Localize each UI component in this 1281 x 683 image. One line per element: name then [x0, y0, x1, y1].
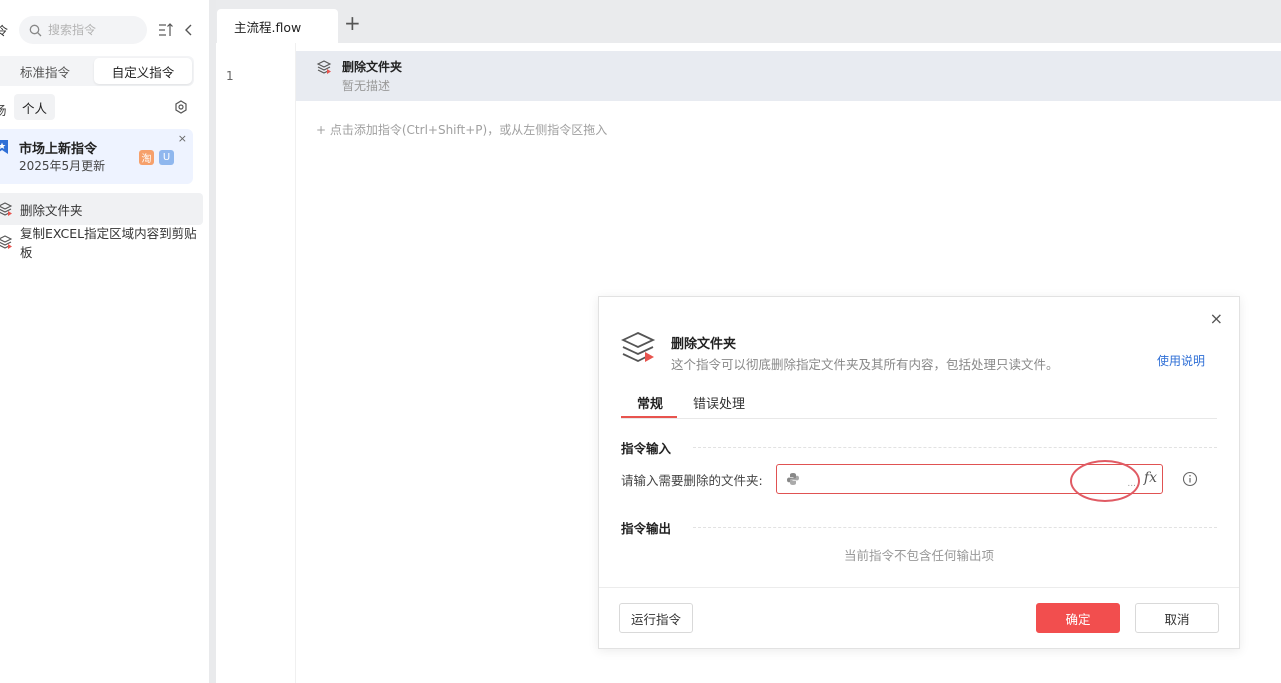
command-stack-icon: [0, 202, 13, 216]
command-stack-icon: [316, 60, 332, 74]
scope-row: 场 个人: [0, 94, 209, 120]
command-stack-icon: [621, 332, 656, 362]
scope-market-fragment[interactable]: 场: [0, 100, 7, 119]
cancel-button[interactable]: 取消: [1135, 603, 1219, 633]
tab-standard-commands[interactable]: 标准指令: [0, 58, 94, 84]
tab-general[interactable]: 常规: [637, 393, 663, 412]
panel-title-fragment: 令: [0, 24, 9, 38]
panel-header: 令: [0, 16, 209, 44]
command-item-label: 复制EXCEL指定区域内容到剪贴板: [20, 226, 197, 260]
search-input[interactable]: [48, 23, 138, 37]
input-section: 指令输入: [621, 438, 1217, 456]
banner-title: 市场上新指令: [19, 142, 98, 157]
taobao-badge-icon: 淘: [139, 150, 154, 165]
step-description: 暂无描述: [342, 79, 391, 93]
editor-tabbar: 主流程.flow +: [216, 0, 1281, 43]
command-panel: 令 标准指令 自定义指令 场 个人: [0, 0, 209, 683]
folder-field-label: 请输入需要删除的文件夹:: [621, 473, 763, 488]
u-badge-icon: U: [159, 150, 174, 165]
step-title: 删除文件夹: [342, 60, 403, 74]
tab-error-handling[interactable]: 错误处理: [693, 393, 745, 412]
command-stack-icon: [0, 235, 13, 249]
star-bookmark-icon: [0, 140, 8, 154]
active-tab-underline: [621, 416, 677, 418]
search-icon: [29, 24, 42, 36]
section-divider: [693, 447, 1217, 448]
info-icon[interactable]: [1182, 471, 1198, 487]
banner-subtitle: 2025年5月更新: [19, 159, 106, 173]
python-icon: [787, 473, 799, 485]
scope-personal[interactable]: 个人: [14, 94, 56, 120]
command-item-label: 删除文件夹: [20, 202, 83, 218]
sort-icon[interactable]: [158, 21, 174, 39]
fx-formula-icon[interactable]: fx: [1144, 470, 1157, 486]
annotation-circle: [1070, 460, 1140, 502]
section-divider: [693, 527, 1217, 528]
no-output-message: 当前指令不包含任何输出项: [843, 548, 994, 563]
collapse-icon[interactable]: [183, 22, 195, 38]
footer-divider: [599, 587, 1239, 588]
confirm-button[interactable]: 确定: [1036, 603, 1120, 633]
panel-splitter[interactable]: [209, 0, 216, 683]
input-section-title: 指令输入: [621, 441, 672, 456]
dialog-close-button[interactable]: ×: [1210, 309, 1223, 328]
tab-main-flow[interactable]: 主流程.flow: [217, 9, 338, 43]
gear-icon[interactable]: [174, 100, 188, 114]
command-type-switch: 标准指令 自定义指令: [0, 56, 194, 86]
add-tab-button[interactable]: +: [344, 13, 361, 33]
line-gutter: 1: [216, 43, 296, 683]
add-command-hint[interactable]: + 点击添加指令(Ctrl+Shift+P)，或从左侧指令区拖入: [316, 121, 607, 138]
run-command-button[interactable]: 运行指令: [619, 603, 693, 633]
line-number: 1: [226, 69, 234, 83]
output-section-title: 指令输出: [621, 521, 672, 536]
usage-help-link[interactable]: 使用说明: [1157, 352, 1205, 369]
command-config-dialog: × 删除文件夹 这个指令可以彻底删除指定文件夹及其所有内容，包括处理只读文件。 …: [598, 296, 1240, 649]
dialog-tabs: 常规 错误处理: [621, 393, 1217, 419]
dialog-title: 删除文件夹: [671, 337, 737, 352]
command-item-delete-folder[interactable]: 删除文件夹: [0, 193, 203, 225]
flow-step-delete-folder[interactable]: 删除文件夹 暂无描述: [296, 51, 1281, 101]
new-commands-banner[interactable]: 市场上新指令 2025年5月更新 × 淘 U: [0, 129, 193, 184]
tab-custom-commands[interactable]: 自定义指令: [94, 58, 192, 84]
banner-close-button[interactable]: ×: [178, 132, 187, 145]
command-item-copy-excel[interactable]: 复制EXCEL指定区域内容到剪贴板: [0, 226, 203, 260]
dialog-description: 这个指令可以彻底删除指定文件夹及其所有内容，包括处理只读文件。: [671, 357, 1059, 372]
search-box[interactable]: [19, 16, 147, 44]
output-section: 指令输出: [621, 518, 1217, 536]
